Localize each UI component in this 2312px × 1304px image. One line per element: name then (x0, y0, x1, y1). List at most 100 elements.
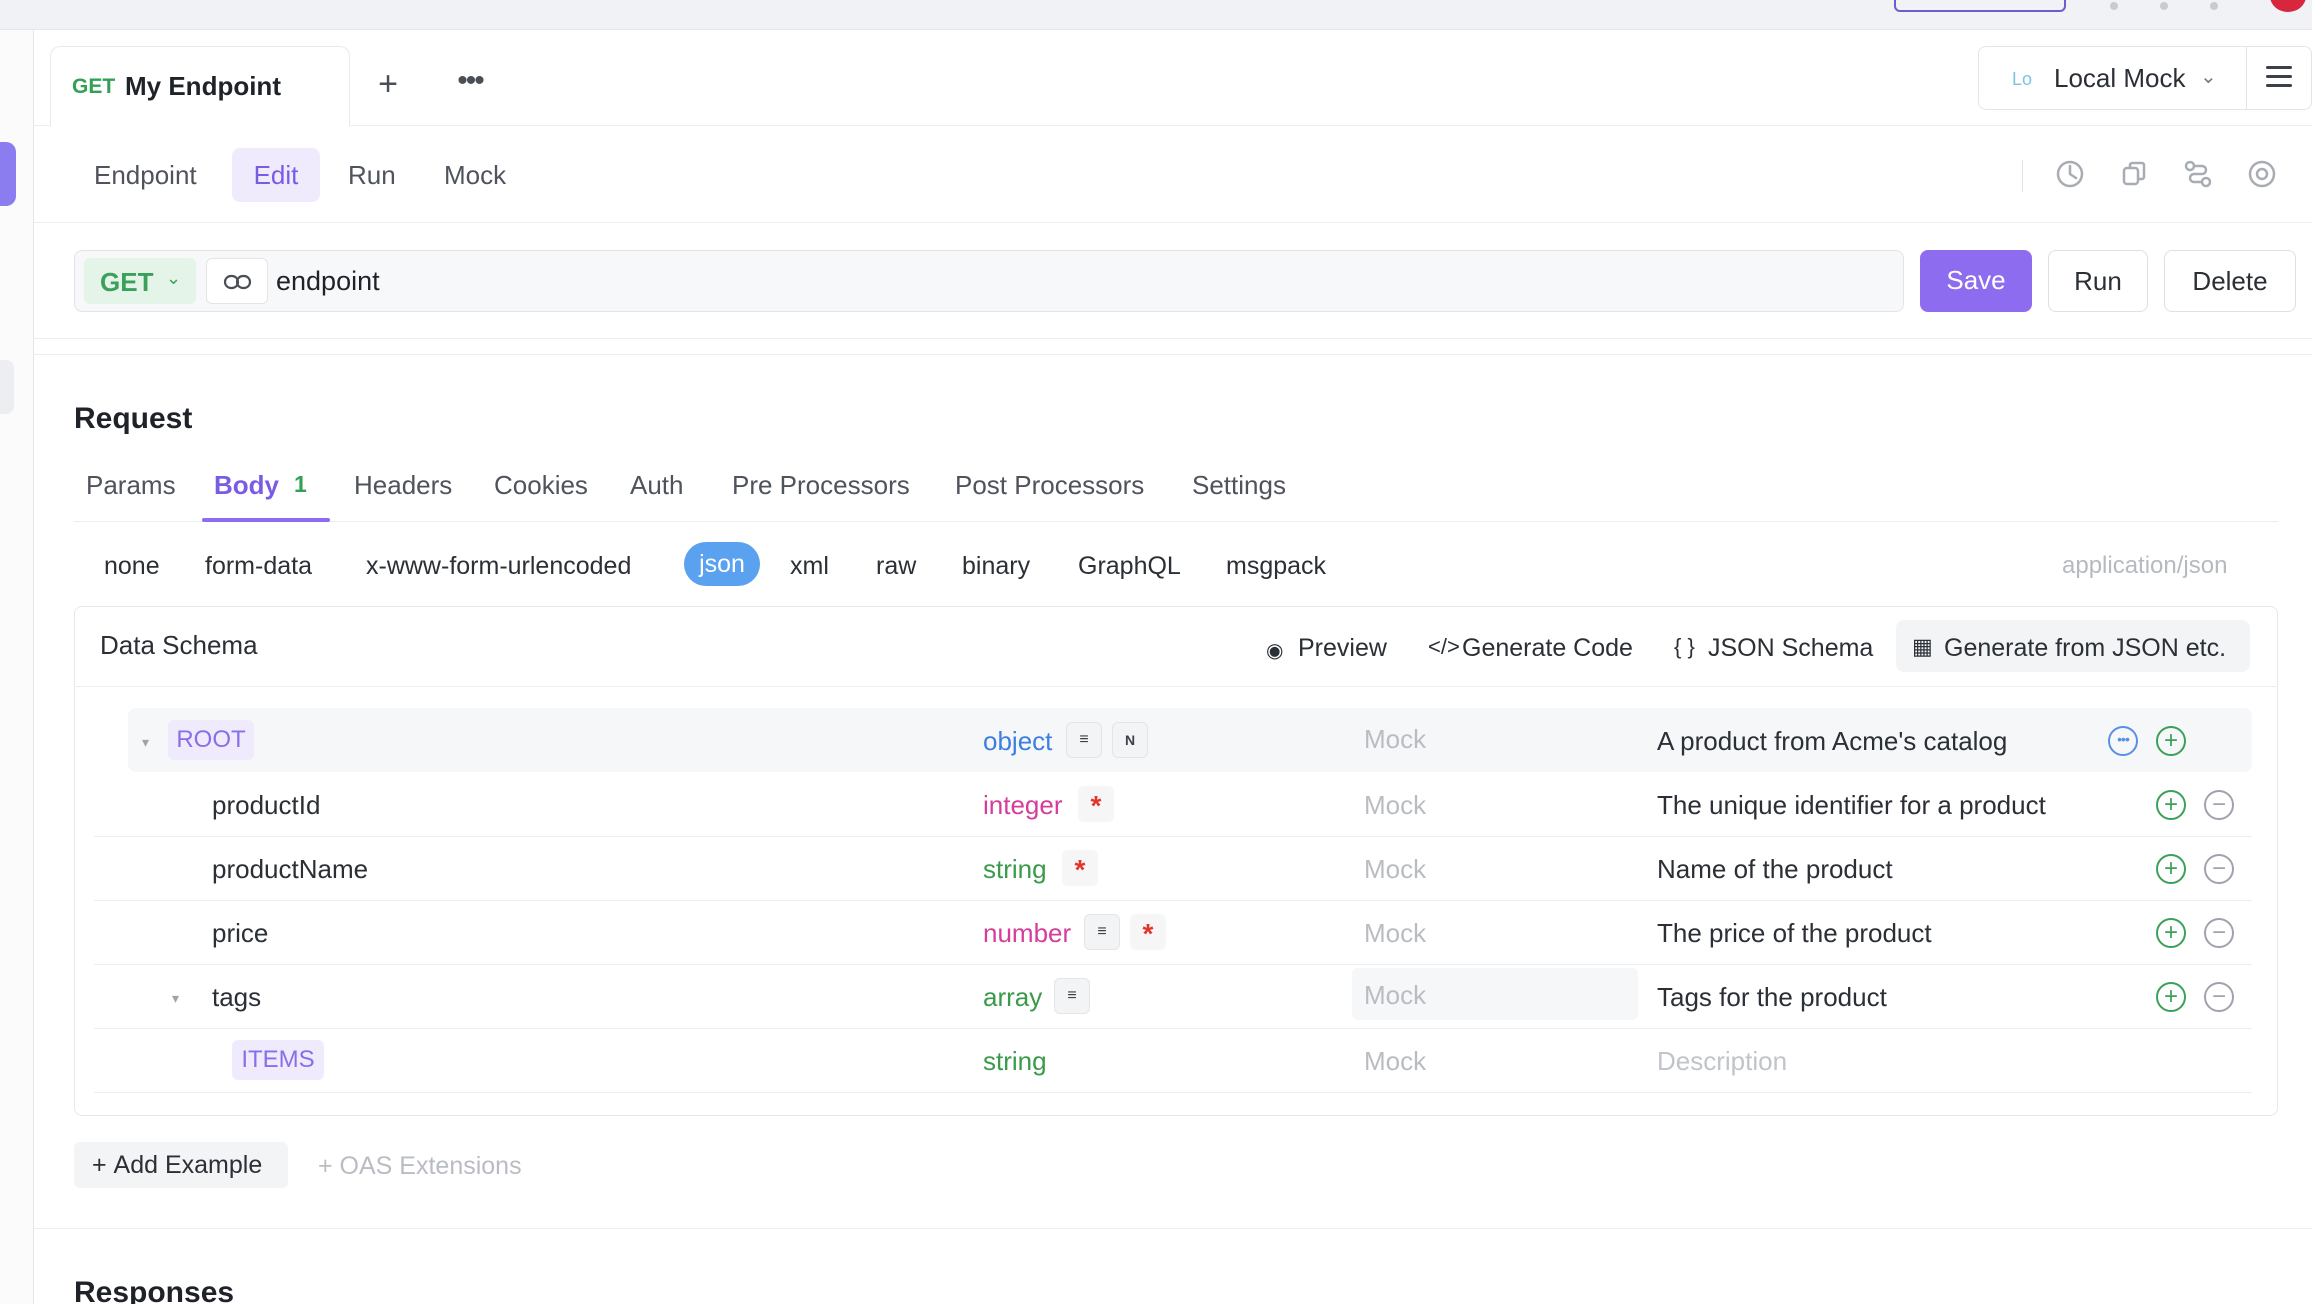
type-label[interactable]: string (983, 1046, 1047, 1077)
field-name[interactable]: price (212, 918, 268, 949)
body-type-msgpack[interactable]: msgpack (1226, 552, 1326, 581)
data-schema-title: Data Schema (100, 630, 258, 660)
description-field[interactable]: Name of the product (1657, 854, 1893, 885)
remove-field-icon[interactable]: − (2204, 982, 2234, 1012)
request-section-title: Request (74, 402, 193, 435)
plus-icon: + (92, 1151, 114, 1179)
url-input[interactable]: endpoint (276, 266, 380, 297)
upgrade-button[interactable] (1894, 0, 2066, 12)
link-icon[interactable] (206, 258, 268, 304)
mock-field[interactable]: Mock (1364, 918, 1426, 949)
description-field[interactable]: The unique identifier for a product (1657, 790, 2046, 821)
field-name[interactable]: productId (212, 790, 320, 821)
subnav-edit[interactable]: Edit (232, 148, 320, 202)
remove-field-icon[interactable]: − (2204, 790, 2234, 820)
body-type-binary[interactable]: binary (962, 552, 1030, 581)
preview-button[interactable]: Preview (1298, 634, 1387, 663)
tab-post-processors[interactable]: Post Processors (955, 470, 1144, 501)
body-type-graphql[interactable]: GraphQL (1078, 552, 1181, 581)
tab-headers[interactable]: Headers (354, 470, 452, 501)
json-schema-button[interactable]: JSON Schema (1708, 634, 1873, 663)
generate-code-button[interactable]: Generate Code (1462, 634, 1633, 663)
remove-field-icon[interactable]: − (2204, 918, 2234, 948)
description-field[interactable]: Description (1657, 1046, 1787, 1077)
collapse-caret-icon[interactable]: ▾ (142, 734, 149, 751)
type-label[interactable]: string (983, 854, 1047, 885)
description-field[interactable]: Tags for the product (1657, 982, 1887, 1013)
add-field-icon[interactable]: + (2156, 854, 2186, 884)
tab-pre-processors[interactable]: Pre Processors (732, 470, 910, 501)
body-type-raw[interactable]: raw (876, 552, 916, 581)
run-button[interactable]: Run (2048, 250, 2148, 312)
remove-field-icon[interactable]: − (2204, 854, 2234, 884)
tab-cookies[interactable]: Cookies (494, 470, 588, 501)
add-field-icon[interactable]: + (2156, 790, 2186, 820)
settings-icon[interactable] (2210, 2, 2218, 10)
add-field-icon[interactable]: + (2156, 726, 2186, 756)
subnav-endpoint[interactable]: Endpoint (94, 160, 197, 191)
settings-gear-icon[interactable] (2246, 158, 2278, 190)
chevron-down-icon: ⌄ (2200, 66, 2217, 88)
divider (74, 521, 2278, 522)
flow-icon[interactable] (2182, 158, 2214, 190)
mock-field[interactable]: Mock (1364, 1046, 1426, 1077)
body-type-none[interactable]: none (104, 552, 160, 581)
divider (94, 1028, 2252, 1029)
divider (34, 354, 2312, 355)
field-name[interactable]: productName (212, 854, 368, 885)
description-field[interactable]: The price of the product (1657, 918, 1932, 949)
add-example-label: Add Example (113, 1151, 263, 1179)
type-label[interactable]: number (983, 918, 1071, 949)
divider (94, 964, 2252, 965)
rail-active-indicator[interactable] (0, 142, 16, 206)
divider (74, 686, 2278, 687)
tab-settings[interactable]: Settings (1192, 470, 1286, 501)
delete-button[interactable]: Delete (2164, 250, 2296, 312)
copy-icon[interactable] (2118, 158, 2150, 190)
more-options-icon[interactable]: ••• (452, 66, 488, 104)
settings-toggle-icon[interactable]: ≡ (1054, 978, 1090, 1014)
oas-extensions-button[interactable]: + OAS Extensions (318, 1152, 522, 1181)
mock-field[interactable]: Mock (1364, 980, 1426, 1011)
mock-field[interactable]: Mock (1364, 790, 1426, 821)
method-label: GET (100, 267, 154, 297)
menu-icon[interactable] (2266, 66, 2292, 88)
tab-params[interactable]: Params (86, 470, 176, 501)
divider (94, 836, 2252, 837)
mock-field[interactable]: Mock (1364, 854, 1426, 885)
body-type-xml[interactable]: xml (790, 552, 829, 581)
required-mark[interactable]: * (1062, 850, 1098, 886)
content-type-label: application/json (2062, 552, 2228, 579)
mock-field[interactable]: Mock (1364, 724, 1426, 755)
add-example-button[interactable]: + Add Example (74, 1142, 288, 1188)
type-label[interactable]: array (983, 982, 1042, 1013)
required-mark[interactable]: * (1130, 914, 1166, 950)
required-mark[interactable]: * (1078, 786, 1114, 822)
tab-auth[interactable]: Auth (630, 470, 684, 501)
save-button[interactable]: Save (1920, 250, 2032, 312)
settings-toggle-icon[interactable]: ≡ (1084, 914, 1120, 950)
notification-icon[interactable] (2160, 2, 2168, 10)
collapse-caret-icon[interactable]: ▾ (172, 990, 179, 1007)
plus-icon: + (318, 1152, 340, 1180)
field-name[interactable]: tags (212, 982, 261, 1013)
subnav-mock[interactable]: Mock (444, 160, 506, 191)
subnav-run[interactable]: Run (348, 160, 396, 191)
type-label[interactable]: object (983, 726, 1052, 757)
body-type-form-data[interactable]: form-data (205, 552, 312, 581)
divider (2246, 46, 2247, 110)
body-type-urlencoded[interactable]: x-www-form-urlencoded (366, 552, 631, 581)
nullable-badge[interactable]: N (1112, 722, 1148, 758)
type-label[interactable]: integer (983, 790, 1063, 821)
data-schema-panel (74, 606, 2278, 1116)
body-type-json[interactable]: json (684, 542, 760, 586)
history-icon[interactable] (2054, 158, 2086, 190)
description-field[interactable]: A product from Acme's catalog (1657, 726, 2007, 757)
settings-toggle-icon[interactable]: ≡ (1066, 722, 1102, 758)
add-field-icon[interactable]: + (2156, 982, 2186, 1012)
rail-item[interactable] (0, 360, 14, 414)
tab-body[interactable]: Body (214, 470, 279, 501)
new-tab-plus-icon[interactable]: + (370, 67, 406, 104)
add-field-icon[interactable]: + (2156, 918, 2186, 948)
more-icon[interactable]: ••• (2108, 726, 2138, 756)
